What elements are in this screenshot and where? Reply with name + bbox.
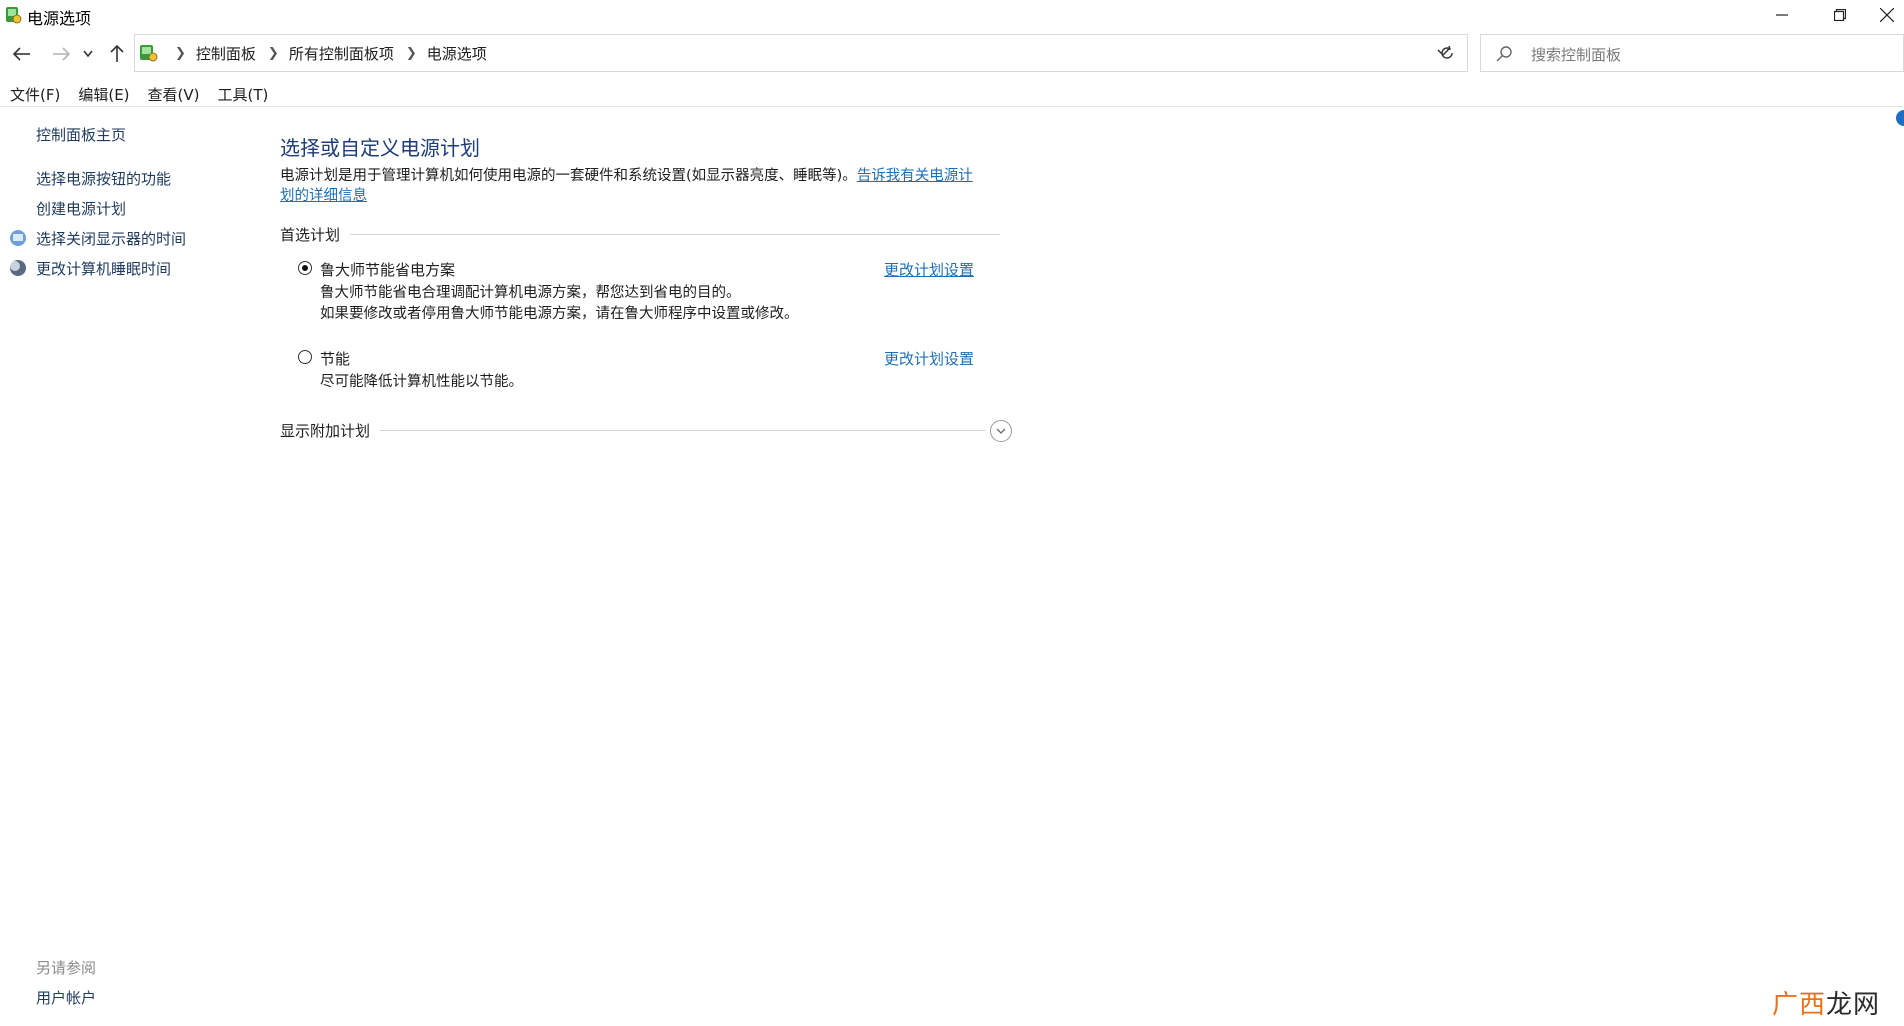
up-button[interactable]: [103, 40, 131, 68]
preferred-plans-header: 首选计划: [280, 224, 1000, 245]
plan-desc-ludashi-2: 如果要修改或者停用鲁大师节能电源方案，请在鲁大师程序中设置或修改。: [320, 306, 799, 322]
control-panel-icon: [140, 45, 158, 62]
plan-name-power-saver: 节能: [320, 350, 351, 368]
menu-bar: 文件(F) 编辑(E) 查看(V) 工具(T): [0, 80, 276, 106]
minimize-button[interactable]: [1753, 0, 1811, 30]
watermark-part2: 龙网: [1826, 990, 1881, 1020]
refresh-icon: [1440, 45, 1453, 59]
additional-plans-header[interactable]: 显示附加计划: [280, 420, 986, 441]
chevron-down-icon: [83, 50, 93, 58]
menu-edit[interactable]: 编辑(E): [68, 80, 137, 106]
sidebar-item-power-buttons[interactable]: 选择电源按钮的功能: [36, 168, 171, 189]
see-also-heading: 另请参阅: [36, 959, 97, 977]
power-plan-info-link-line1[interactable]: 告诉我有关电源计: [857, 168, 973, 184]
intro-text: 电源计划是用于管理计算机如何使用电源的一套硬件和系统设置(如显示器亮度、睡眠等)…: [280, 166, 1000, 206]
preferred-plans-label: 首选计划: [280, 226, 341, 244]
plan-desc-power-saver: 尽可能降低计算机性能以节能。: [320, 374, 523, 390]
breadcrumb-separator-icon: ❯: [405, 45, 417, 61]
refresh-button[interactable]: [1426, 34, 1468, 72]
recent-locations-button[interactable]: [78, 40, 98, 68]
change-plan-settings-link-power-saver[interactable]: 更改计划设置: [884, 348, 974, 369]
close-icon: [1880, 8, 1894, 22]
menu-view[interactable]: 查看(V): [138, 80, 208, 106]
search-box[interactable]: 搜索控制面板: [1480, 34, 1904, 72]
plan-name-ludashi: 鲁大师节能省电方案: [320, 261, 456, 279]
plan-row-ludashi: 鲁大师节能省电方案 更改计划设置 鲁大师节能省电合理调配计算机电源方案，帮您达到…: [298, 259, 998, 329]
user-accounts-link[interactable]: 用户帐户: [36, 987, 96, 1008]
breadcrumb-separator-icon: ❯: [267, 45, 279, 61]
minimize-icon: [1776, 14, 1788, 16]
change-plan-settings-link-ludashi[interactable]: 更改计划设置: [884, 259, 974, 280]
chevron-down-icon: [996, 428, 1006, 434]
plan-radio-power-saver[interactable]: [298, 350, 312, 364]
plan-desc-ludashi-1: 鲁大师节能省电合理调配计算机电源方案，帮您达到省电的目的。: [320, 285, 741, 301]
sidebar-item-create-plan[interactable]: 创建电源计划: [36, 198, 126, 219]
breadcrumb-separator-icon: ❯: [175, 45, 186, 61]
display-icon: [10, 230, 26, 246]
restore-icon: [1834, 9, 1846, 21]
intro-description: 电源计划是用于管理计算机如何使用电源的一套硬件和系统设置(如显示器亮度、睡眠等)…: [280, 168, 857, 184]
navigation-bar: ❯ 控制面板 ❯ 所有控制面板项 ❯ 电源选项 搜索控制面板: [0, 34, 1904, 74]
sidebar-item-home[interactable]: 控制面板主页: [36, 124, 126, 145]
power-options-icon: [6, 7, 22, 24]
power-plan-info-link-line2[interactable]: 划的详细信息: [280, 188, 367, 204]
breadcrumb-item-control-panel[interactable]: 控制面板: [196, 43, 256, 64]
search-input[interactable]: 搜索控制面板: [1531, 44, 1621, 65]
arrow-left-icon: [13, 47, 30, 61]
window-title: 电源选项: [27, 9, 92, 28]
notification-dot: [1896, 110, 1904, 126]
sidebar-item-sleep-time[interactable]: 更改计算机睡眠时间: [36, 258, 171, 279]
sidebar-item-display-off[interactable]: 选择关闭显示器的时间: [36, 228, 186, 249]
arrow-up-icon: [110, 45, 124, 62]
menu-divider: [0, 106, 1904, 107]
menu-tools[interactable]: 工具(T): [208, 80, 277, 106]
left-nav-pane: 控制面板主页 选择电源按钮的功能 创建电源计划 选择关闭显示器的时间 更改计算机…: [0, 106, 270, 1026]
menu-file[interactable]: 文件(F): [0, 80, 68, 106]
search-icon: [1496, 46, 1512, 62]
additional-plans-label[interactable]: 显示附加计划: [280, 420, 370, 441]
close-button[interactable]: [1858, 0, 1904, 30]
arrow-right-icon: [53, 47, 70, 61]
title-bar: 电源选项: [0, 0, 1904, 30]
forward-button[interactable]: [47, 40, 75, 68]
breadcrumb: ❯ 控制面板 ❯ 所有控制面板项 ❯ 电源选项: [165, 35, 489, 71]
watermark-part1: 广西: [1772, 990, 1827, 1020]
expand-additional-plans-button[interactable]: [990, 420, 1012, 442]
plan-row-power-saver: 节能 更改计划设置 尽可能降低计算机性能以节能。: [298, 348, 998, 398]
plan-radio-ludashi[interactable]: [298, 261, 312, 275]
breadcrumb-item-power-options[interactable]: 电源选项: [427, 43, 487, 64]
breadcrumb-item-all-items[interactable]: 所有控制面板项: [289, 43, 394, 64]
back-button[interactable]: [8, 40, 36, 68]
section-divider: [380, 430, 986, 431]
watermark-logo: 广西龙网: [1772, 984, 1880, 1021]
section-divider: [350, 234, 1000, 235]
address-bar[interactable]: ❯ 控制面板 ❯ 所有控制面板项 ❯ 电源选项: [134, 34, 1468, 72]
sleep-moon-icon: [10, 260, 26, 276]
page-title: 选择或自定义电源计划: [280, 136, 480, 160]
